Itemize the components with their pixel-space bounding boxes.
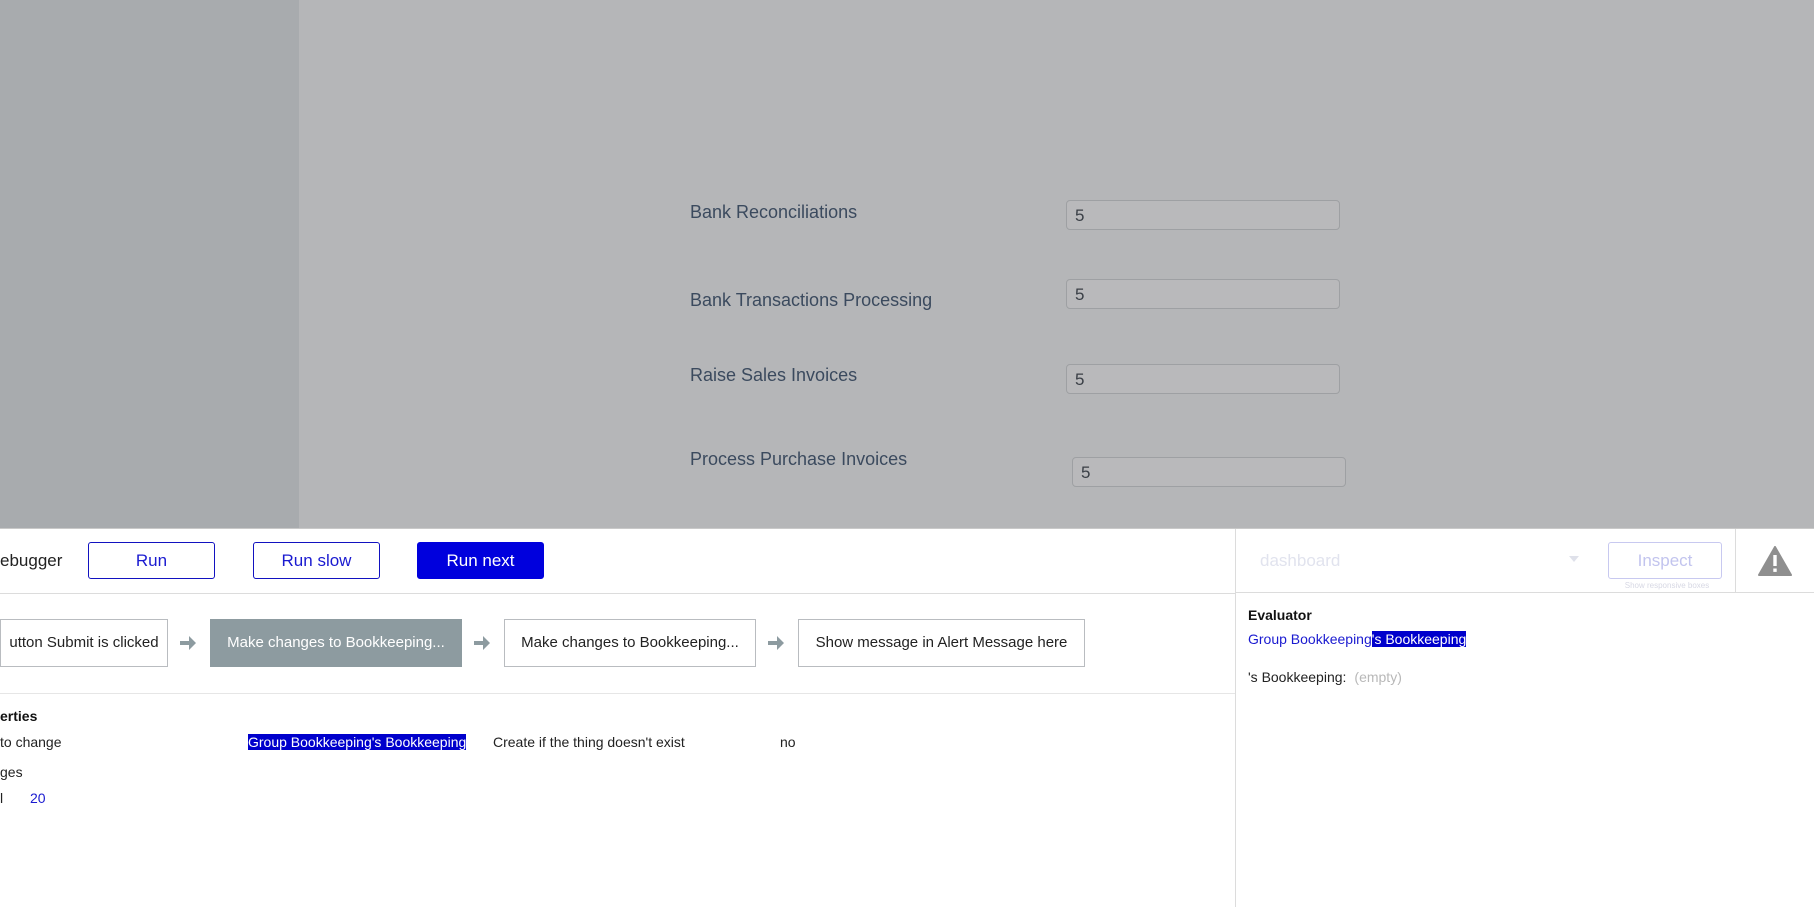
issues-button[interactable] — [1735, 529, 1814, 593]
thing-to-change-label: to change — [0, 734, 62, 750]
evaluator-expression-field[interactable]: 's Bookkeeping — [1371, 631, 1467, 647]
arrow-right-icon — [768, 636, 784, 650]
evaluator-title: Evaluator — [1248, 607, 1312, 623]
preview-sidebar — [0, 0, 299, 528]
step-show-message[interactable]: Show message in Alert Message here — [798, 619, 1085, 667]
arrow-right-icon — [180, 636, 196, 650]
create-if-not-exist-label: Create if the thing doesn't exist — [493, 734, 685, 750]
inspect-hint[interactable]: Show responsive boxes — [1612, 581, 1722, 590]
run-button[interactable]: Run — [88, 542, 215, 579]
debugger-title: ebugger — [0, 551, 63, 570]
create-if-not-exist-value: no — [780, 734, 796, 750]
bank-reconciliations-input[interactable]: 5 — [1066, 200, 1340, 230]
raise-sales-invoices-input[interactable]: 5 — [1066, 364, 1340, 394]
evaluator-result-label: 's Bookkeeping: — [1248, 669, 1347, 685]
inspect-button[interactable]: Inspect — [1608, 542, 1722, 579]
workflow-steps: utton Submit is clicked Make changes to … — [0, 593, 1235, 694]
process-purchase-invoices-input[interactable]: 5 — [1072, 457, 1346, 487]
warning-icon[interactable] — [1758, 546, 1792, 576]
step-properties: erties to change Group Bookkeeping's Boo… — [0, 694, 1235, 906]
bank-transactions-input[interactable]: 5 — [1066, 279, 1340, 309]
app-preview: Bank Reconciliations 5 Bank Transactions… — [0, 0, 1814, 528]
evaluator-panel: Evaluator Group Bookkeeping's Bookkeepin… — [1235, 593, 1814, 907]
arrow-right-icon — [474, 636, 490, 650]
evaluator-result: 's Bookkeeping: (empty) — [1248, 669, 1402, 685]
debugger-panel: ebugger Run Run slow Run next dashboard … — [0, 528, 1814, 907]
changes-label: ges — [0, 764, 23, 780]
properties-heading: erties — [0, 708, 38, 724]
step-make-changes-1[interactable]: Make changes to Bookkeeping... — [210, 619, 462, 667]
raise-sales-invoices-label: Raise Sales Invoices — [690, 365, 858, 385]
evaluator-expression[interactable]: Group Bookkeeping's Bookkeeping — [1248, 631, 1467, 647]
change-field-value[interactable]: 20 — [30, 790, 46, 806]
step-button-clicked[interactable]: utton Submit is clicked — [0, 619, 168, 667]
run-slow-button[interactable]: Run slow — [253, 542, 380, 579]
debugger-right-header: dashboard Inspect Show responsive boxes — [1235, 529, 1814, 593]
step-make-changes-2[interactable]: Make changes to Bookkeeping... — [504, 619, 756, 667]
bank-reconciliations-label: Bank Reconciliations — [690, 202, 858, 222]
process-purchase-invoices-label: Process Purchase Invoices — [690, 449, 908, 469]
evaluator-expression-source[interactable]: Group Bookkeeping — [1248, 631, 1372, 647]
bank-transactions-label: Bank Transactions Processing — [690, 290, 933, 310]
run-next-button[interactable]: Run next — [417, 542, 544, 579]
thing-to-change-value[interactable]: Group Bookkeeping's Bookkeeping — [248, 734, 467, 750]
change-field-label: l — [0, 790, 4, 806]
page-select-dropdown[interactable]: dashboard — [1260, 551, 1580, 571]
chevron-down-icon[interactable] — [1569, 556, 1579, 562]
evaluator-result-value: (empty) — [1354, 669, 1402, 685]
debugger-toolbar: ebugger Run Run slow Run next — [0, 529, 1235, 594]
